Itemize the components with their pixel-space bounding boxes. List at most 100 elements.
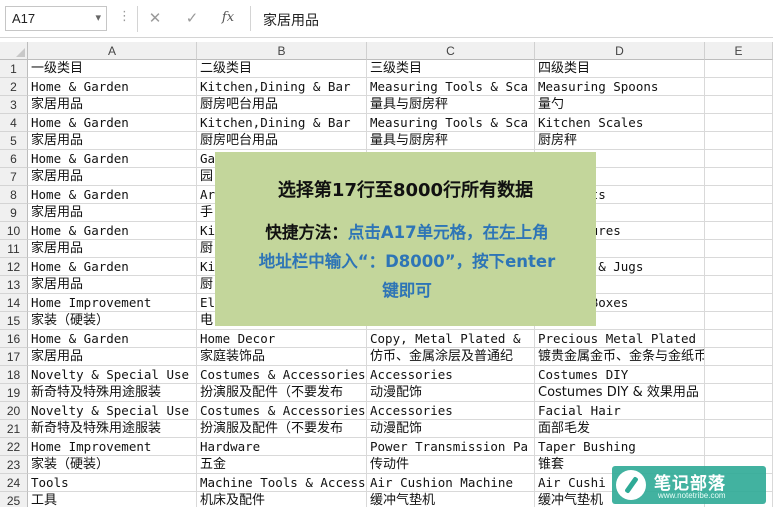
row-header[interactable]: 14 xyxy=(0,294,28,312)
row-header[interactable]: 24 xyxy=(0,474,28,492)
row-header[interactable]: 7 xyxy=(0,168,28,186)
cell-a23[interactable]: 家装（硬装） xyxy=(28,456,197,474)
cell-a15[interactable]: 家装（硬装） xyxy=(28,312,197,330)
cell-e4[interactable] xyxy=(705,114,773,132)
cell-a16[interactable]: Home & Garden xyxy=(28,330,197,348)
cell-e21[interactable] xyxy=(705,420,773,438)
cell-e6[interactable] xyxy=(705,150,773,168)
cell-c21[interactable]: 动漫配饰 xyxy=(367,420,535,438)
cell-a5[interactable]: 家居用品 xyxy=(28,132,197,150)
cell-a18[interactable]: Novelty & Special Use xyxy=(28,366,197,384)
row-header[interactable]: 17 xyxy=(0,348,28,366)
cell-a22[interactable]: Home Improvement xyxy=(28,438,197,456)
cell-a21[interactable]: 新奇特及特殊用途服装 xyxy=(28,420,197,438)
cell-e14[interactable] xyxy=(705,294,773,312)
cell-e7[interactable] xyxy=(705,168,773,186)
cell-a13[interactable]: 家居用品 xyxy=(28,276,197,294)
cell-e11[interactable] xyxy=(705,240,773,258)
cell-b18[interactable]: Costumes & Accessories xyxy=(197,366,367,384)
cell-e15[interactable] xyxy=(705,312,773,330)
row-header[interactable]: 11 xyxy=(0,240,28,258)
insert-function-icon[interactable]: fx xyxy=(216,7,240,29)
cell-a20[interactable]: Novelty & Special Use xyxy=(28,402,197,420)
row-header[interactable]: 25 xyxy=(0,492,28,507)
cell-e10[interactable] xyxy=(705,222,773,240)
cell-e13[interactable] xyxy=(705,276,773,294)
row-header[interactable]: 18 xyxy=(0,366,28,384)
row-header[interactable]: 21 xyxy=(0,420,28,438)
cell-a24[interactable]: Tools xyxy=(28,474,197,492)
cell-d16[interactable]: Precious Metal Plated Coins & xyxy=(535,330,705,348)
cell-a9[interactable]: 家居用品 xyxy=(28,204,197,222)
formula-input[interactable]: 家居用品 xyxy=(250,6,770,31)
cell-e22[interactable] xyxy=(705,438,773,456)
cell-a6[interactable]: Home & Garden xyxy=(28,150,197,168)
cell-b19[interactable]: 扮演服及配件（不要发布 xyxy=(197,384,367,402)
row-header[interactable]: 8 xyxy=(0,186,28,204)
row-header[interactable]: 19 xyxy=(0,384,28,402)
cell-d4[interactable]: Kitchen Scales xyxy=(535,114,705,132)
cell-d5[interactable]: 厨房秤 xyxy=(535,132,705,150)
column-header-a[interactable]: A xyxy=(28,42,197,60)
cell-e5[interactable] xyxy=(705,132,773,150)
cell-d22[interactable]: Taper Bushing xyxy=(535,438,705,456)
row-header[interactable]: 13 xyxy=(0,276,28,294)
cell-b17[interactable]: 家庭装饰品 xyxy=(197,348,367,366)
cell-a25[interactable]: 工具 xyxy=(28,492,197,507)
cell-d1[interactable]: 四级类目 xyxy=(535,60,705,78)
cell-c25[interactable]: 缓冲气垫机 xyxy=(367,492,535,507)
row-header[interactable]: 23 xyxy=(0,456,28,474)
cell-c3[interactable]: 量具与厨房秤 xyxy=(367,96,535,114)
row-header[interactable]: 1 xyxy=(0,60,28,78)
row-header[interactable]: 4 xyxy=(0,114,28,132)
name-box[interactable]: A17 ▾ xyxy=(5,6,107,31)
row-header[interactable]: 10 xyxy=(0,222,28,240)
cell-c18[interactable]: Accessories xyxy=(367,366,535,384)
cell-e1[interactable] xyxy=(705,60,773,78)
cell-b16[interactable]: Home Decor xyxy=(197,330,367,348)
cell-b24[interactable]: Machine Tools & Access xyxy=(197,474,367,492)
cell-b22[interactable]: Hardware xyxy=(197,438,367,456)
cell-c22[interactable]: Power Transmission Pa xyxy=(367,438,535,456)
cell-b25[interactable]: 机床及配件 xyxy=(197,492,367,507)
row-header[interactable]: 16 xyxy=(0,330,28,348)
cell-d2[interactable]: Measuring Spoons xyxy=(535,78,705,96)
cell-e18[interactable] xyxy=(705,366,773,384)
cell-a19[interactable]: 新奇特及特殊用途服装 xyxy=(28,384,197,402)
cell-d18[interactable]: Costumes DIY xyxy=(535,366,705,384)
row-header[interactable]: 2 xyxy=(0,78,28,96)
cell-e2[interactable] xyxy=(705,78,773,96)
cell-a7[interactable]: 家居用品 xyxy=(28,168,197,186)
row-header[interactable]: 20 xyxy=(0,402,28,420)
row-header[interactable]: 22 xyxy=(0,438,28,456)
cell-b4[interactable]: Kitchen,Dining & Bar xyxy=(197,114,367,132)
select-all-corner[interactable] xyxy=(0,42,28,60)
cell-c19[interactable]: 动漫配饰 xyxy=(367,384,535,402)
cell-e20[interactable] xyxy=(705,402,773,420)
row-header[interactable]: 9 xyxy=(0,204,28,222)
row-header[interactable]: 12 xyxy=(0,258,28,276)
cell-b21[interactable]: 扮演服及配件（不要发布 xyxy=(197,420,367,438)
cell-b3[interactable]: 厨房吧台用品 xyxy=(197,96,367,114)
cell-a8[interactable]: Home & Garden xyxy=(28,186,197,204)
row-header[interactable]: 3 xyxy=(0,96,28,114)
cell-a11[interactable]: 家居用品 xyxy=(28,240,197,258)
row-header[interactable]: 6 xyxy=(0,150,28,168)
cell-e3[interactable] xyxy=(705,96,773,114)
cell-b2[interactable]: Kitchen,Dining & Bar xyxy=(197,78,367,96)
row-header[interactable]: 15 xyxy=(0,312,28,330)
cell-a14[interactable]: Home Improvement xyxy=(28,294,197,312)
cell-d3[interactable]: 量勺 xyxy=(535,96,705,114)
cell-c24[interactable]: Air Cushion Machine xyxy=(367,474,535,492)
cell-e19[interactable] xyxy=(705,384,773,402)
cell-e16[interactable] xyxy=(705,330,773,348)
cell-e9[interactable] xyxy=(705,204,773,222)
cell-e8[interactable] xyxy=(705,186,773,204)
row-header[interactable]: 5 xyxy=(0,132,28,150)
cell-c1[interactable]: 三级类目 xyxy=(367,60,535,78)
cell-d19[interactable]: Costumes DIY & 效果用品 xyxy=(535,384,705,402)
cell-a3[interactable]: 家居用品 xyxy=(28,96,197,114)
cell-a17[interactable]: 家居用品 xyxy=(28,348,197,366)
column-header-b[interactable]: B xyxy=(197,42,367,60)
cell-a4[interactable]: Home & Garden xyxy=(28,114,197,132)
